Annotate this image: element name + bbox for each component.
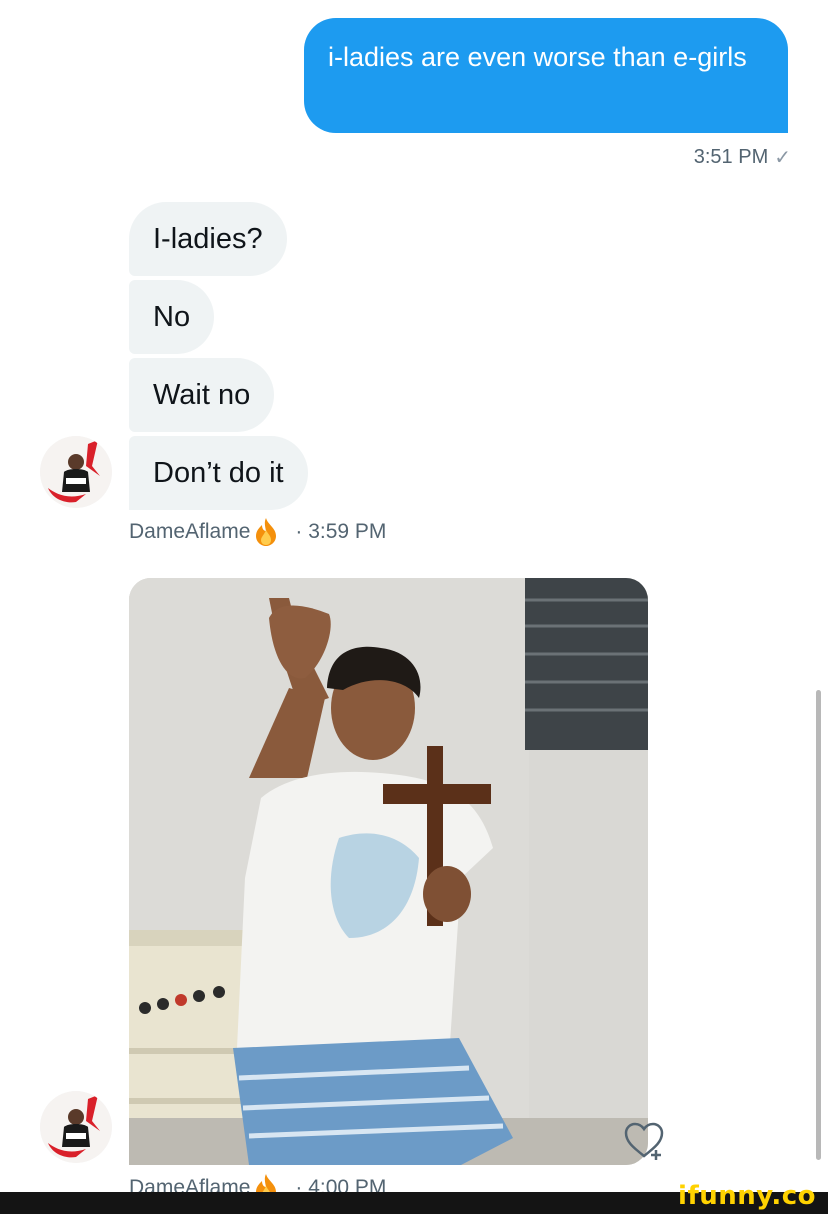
sent-message-time: 3:51 PM bbox=[693, 146, 769, 168]
received-message-text: No bbox=[153, 301, 191, 333]
avatar-image bbox=[40, 436, 112, 508]
received-message-meta: DameAflame · 3:59 PM bbox=[129, 517, 386, 547]
received-message-bubble[interactable]: Wait no bbox=[129, 358, 275, 432]
avatar-image bbox=[40, 1091, 112, 1163]
watermark: ifunny.co bbox=[678, 1181, 816, 1211]
avatar[interactable] bbox=[40, 436, 112, 508]
add-reaction-icon[interactable] bbox=[622, 1120, 666, 1162]
received-message-bubble[interactable]: Don’t do it bbox=[129, 436, 308, 510]
received-message-text: I-ladies? bbox=[153, 223, 263, 255]
received-message-bubble[interactable]: I-ladies? bbox=[129, 202, 287, 276]
message-time: · 3:59 PM bbox=[295, 520, 387, 543]
sender-name[interactable]: DameAflame bbox=[129, 520, 250, 544]
sent-message-meta: 3:51 PM ✓ bbox=[694, 145, 791, 170]
received-message-text: Don’t do it bbox=[153, 457, 284, 489]
photo-attachment[interactable] bbox=[129, 578, 648, 1165]
photo-image bbox=[129, 578, 648, 1165]
received-message-text: Wait no bbox=[153, 379, 251, 411]
check-icon: ✓ bbox=[774, 147, 791, 169]
fire-icon bbox=[253, 517, 279, 547]
received-message-bubble[interactable]: No bbox=[129, 280, 215, 354]
scrollbar[interactable] bbox=[816, 690, 821, 1160]
avatar[interactable] bbox=[40, 1091, 112, 1163]
sent-message-text: i-ladies are even worse than e-girls bbox=[328, 42, 747, 72]
sent-message-bubble[interactable]: i-ladies are even worse than e-girls bbox=[304, 18, 788, 133]
